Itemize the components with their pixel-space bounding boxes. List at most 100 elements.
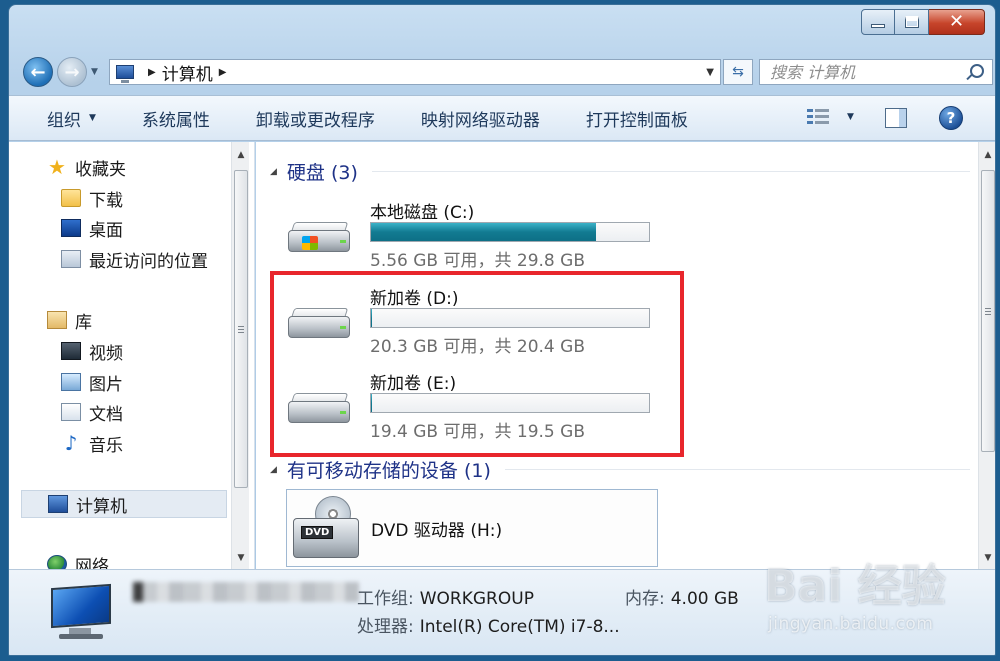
drive-item-dvd[interactable]: DVD DVD 驱动器 (H:) <box>286 489 658 567</box>
star-icon: ★ <box>48 155 66 179</box>
scroll-up-icon[interactable]: ▲ <box>232 146 250 164</box>
navigation-row: ← → ▼ ▶ 计算机 ▶ ▼ ⇆ <box>21 53 993 91</box>
workgroup-field: 工作组: WORKGROUP <box>357 584 534 609</box>
music-icon: ♪ <box>64 431 78 455</box>
memory-value: 4.00 GB <box>670 589 739 609</box>
drive-usage-fill <box>371 223 597 241</box>
chevron-down-icon[interactable]: ▼ <box>847 112 854 122</box>
processor-value: Intel(R) Core(TM) i7-8... <box>419 617 620 637</box>
sidebar-item-computer[interactable]: 计算机 <box>21 490 227 518</box>
group-header-hard-disks[interactable]: ◢ 硬盘 (3) <box>270 158 970 185</box>
maximize-button[interactable] <box>895 9 929 35</box>
refresh-button[interactable]: ⇆ <box>723 59 753 85</box>
content-scrollbar[interactable]: ▲ ▼ <box>978 142 995 569</box>
network-icon <box>47 555 67 569</box>
sidebar-item-network[interactable]: 网络 <box>47 550 109 569</box>
memory-field: 内存: 4.00 GB <box>625 584 739 609</box>
sidebar-item-videos[interactable]: 视频 <box>61 337 123 365</box>
help-icon: ? <box>946 109 956 127</box>
processor-label: 处理器: <box>357 617 414 637</box>
scroll-up-icon[interactable]: ▲ <box>979 146 995 164</box>
sidebar-item-recent-places[interactable]: 最近访问的位置 <box>61 245 208 273</box>
close-button[interactable]: ✕ <box>929 9 985 35</box>
recent-pages-dropdown-icon[interactable]: ▼ <box>91 67 98 77</box>
redacted-computer-name <box>139 582 359 602</box>
sidebar-item-label: 网络 <box>75 556 109 570</box>
minimize-button[interactable] <box>861 9 895 35</box>
navigation-pane: ★ 收藏夹 下载 桌面 最近访问的位置 库 视频 图片 文档 ♪ 音乐 计算机 … <box>9 142 255 569</box>
organize-button[interactable]: 组织 ▼ <box>47 106 96 131</box>
highlight-annotation <box>270 271 684 457</box>
back-arrow-icon: ← <box>30 61 46 83</box>
documents-icon <box>61 403 81 421</box>
computer-icon <box>116 65 134 83</box>
sidebar-item-label: 图片 <box>89 374 123 395</box>
file-list: ◢ 硬盘 (3) 本地磁盘 (C:) 5.56 GB 可用，共 29.8 GB … <box>256 142 995 569</box>
desktop-icon <box>61 219 81 237</box>
sidebar-item-label: 文档 <box>89 404 123 425</box>
map-network-drive-label: 映射网络驱动器 <box>420 110 540 131</box>
drive-free-space: 5.56 GB 可用，共 29.8 GB <box>370 251 585 271</box>
sidebar-item-desktop[interactable]: 桌面 <box>61 214 123 242</box>
organize-label: 组织 <box>47 110 81 131</box>
sidebar-item-libraries[interactable]: 库 <box>47 306 92 334</box>
breadcrumb-computer[interactable]: 计算机 <box>162 60 213 85</box>
details-pane: 工作组: WORKGROUP 内存: 4.00 GB 处理器: Intel(R) Co… <box>9 569 995 655</box>
chevron-down-icon: ▼ <box>89 113 96 123</box>
sidebar-item-label: 最近访问的位置 <box>89 251 208 272</box>
map-network-drive-button[interactable]: 映射网络驱动器 <box>421 106 540 131</box>
address-history-dropdown-icon[interactable]: ▼ <box>706 67 714 78</box>
address-bar[interactable]: ▶ 计算机 ▶ ▼ <box>109 59 721 85</box>
scroll-down-icon[interactable]: ▼ <box>979 549 995 567</box>
drive-usage-bar <box>370 222 650 242</box>
back-button[interactable]: ← <box>23 57 53 87</box>
group-header-removable[interactable]: ◢ 有可移动存储的设备 (1) <box>270 456 970 483</box>
dvd-drive-icon: DVD <box>293 496 359 560</box>
search-box[interactable] <box>759 59 993 85</box>
sidebar-item-label: 桌面 <box>89 220 123 241</box>
scroll-down-icon[interactable]: ▼ <box>232 549 250 567</box>
collapse-group-icon[interactable]: ◢ <box>270 465 277 475</box>
computer-icon <box>47 583 115 642</box>
workgroup-value: WORKGROUP <box>419 589 534 609</box>
open-control-panel-label: 打开控制面板 <box>585 110 688 131</box>
memory-label: 内存: <box>625 589 665 609</box>
computer-icon <box>48 495 68 513</box>
sidebar-item-downloads[interactable]: 下载 <box>61 184 123 212</box>
close-icon: ✕ <box>948 11 965 32</box>
maximize-icon <box>904 16 919 28</box>
explorer-window: ✕ ← → ▼ ▶ 计算机 ▶ ▼ ⇆ 组织 ▼ 系统属性 卸载或更改程序 映射… <box>8 4 996 656</box>
forward-arrow-icon: → <box>64 61 80 83</box>
uninstall-program-button[interactable]: 卸载或更改程序 <box>256 106 375 131</box>
open-control-panel-button[interactable]: 打开控制面板 <box>586 106 688 131</box>
preview-pane-button[interactable] <box>885 108 907 128</box>
sidebar-item-favorites[interactable]: ★ 收藏夹 <box>47 153 126 181</box>
breadcrumb-separator-icon[interactable]: ▶ <box>219 67 227 78</box>
sidebar-item-label: 计算机 <box>76 496 127 517</box>
help-button[interactable]: ? <box>939 106 963 130</box>
search-icon[interactable] <box>970 64 984 78</box>
uninstall-program-label: 卸载或更改程序 <box>255 110 375 131</box>
collapse-group-icon[interactable]: ◢ <box>270 167 277 177</box>
scrollbar-thumb[interactable] <box>234 170 248 488</box>
scrollbar-thumb[interactable] <box>981 170 995 452</box>
sidebar-item-label: 视频 <box>89 343 123 364</box>
sidebar-item-documents[interactable]: 文档 <box>61 398 123 426</box>
search-input[interactable] <box>770 62 950 82</box>
change-view-button[interactable]: ▼ <box>807 108 854 126</box>
sidebar-item-label: 下载 <box>89 190 123 211</box>
navigation-scrollbar[interactable]: ▲ ▼ <box>231 142 249 569</box>
recent-places-icon <box>61 250 81 268</box>
drive-item-c[interactable]: 本地磁盘 (C:) 5.56 GB 可用，共 29.8 GB <box>286 198 656 278</box>
sidebar-item-music[interactable]: ♪ 音乐 <box>61 429 123 457</box>
drive-name: DVD 驱动器 (H:) <box>371 521 503 541</box>
breadcrumb-separator-icon[interactable]: ▶ <box>148 67 156 78</box>
forward-button[interactable]: → <box>57 57 87 87</box>
processor-field: 处理器: Intel(R) Core(TM) i7-8... <box>357 612 620 637</box>
dvd-badge: DVD <box>301 526 334 539</box>
sidebar-item-pictures[interactable]: 图片 <box>61 368 123 396</box>
refresh-icon: ⇆ <box>732 64 744 80</box>
drive-name: 本地磁盘 (C:) <box>370 203 475 223</box>
system-properties-button[interactable]: 系统属性 <box>142 106 210 131</box>
download-folder-icon <box>61 189 81 207</box>
